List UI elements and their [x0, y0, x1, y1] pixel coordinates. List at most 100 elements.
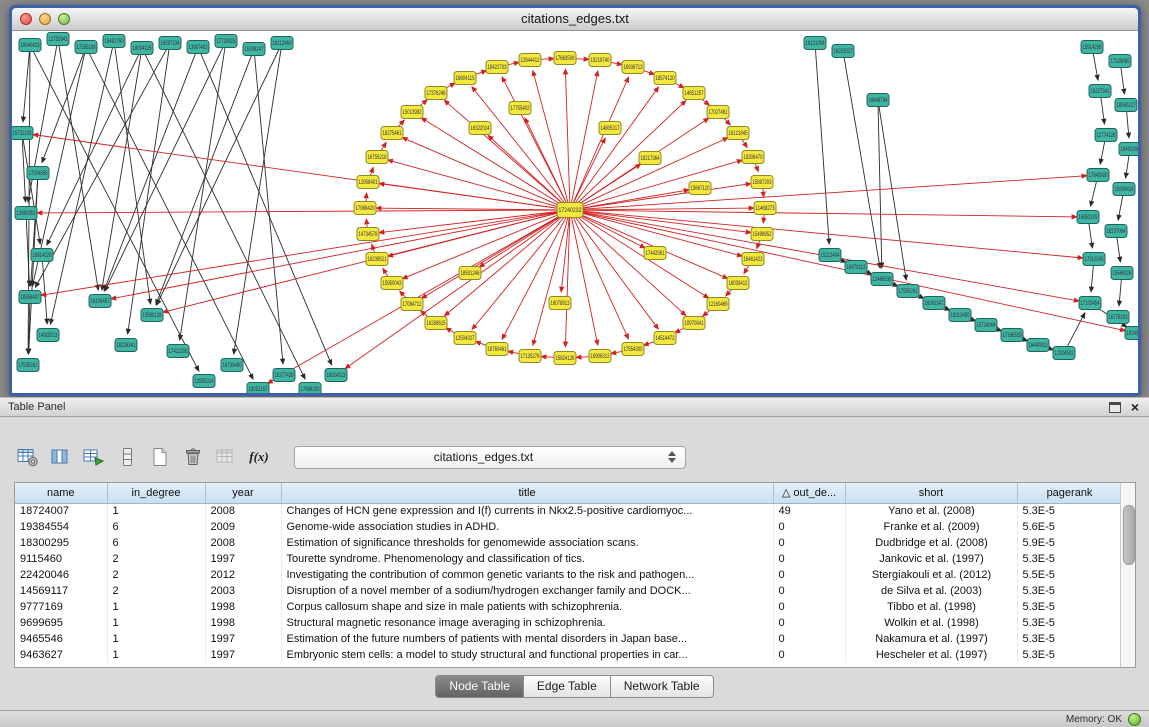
graph-node[interactable]: 17103454 [1079, 297, 1101, 310]
graph-node[interactable]: 14925013 [37, 329, 59, 342]
table-cell[interactable]: 9463627 [15, 647, 107, 663]
graph-node[interactable]: 16463308 [1119, 143, 1138, 156]
table-row[interactable]: 911546021997Tourette syndrome. Phenomeno… [15, 551, 1122, 567]
graph-node[interactable]: 12160469 [707, 298, 729, 311]
graph-node[interactable]: 16879112 [845, 261, 867, 274]
table-cell[interactable]: 6 [107, 535, 205, 551]
graph-node[interactable]: 15728064 [975, 319, 997, 332]
table-cell[interactable]: 1997 [205, 647, 281, 663]
graph-node[interactable]: 15590128 [141, 309, 163, 322]
graph-node[interactable]: 17265108 [75, 41, 97, 54]
graph-node[interactable]: 13987402 [187, 41, 209, 54]
graph-node[interactable]: 18306470 [742, 151, 764, 164]
table-row[interactable]: 2242004622012Investigating the contribut… [15, 567, 1122, 583]
table-cell[interactable]: 2008 [205, 535, 281, 551]
column-header-in_degree[interactable]: in_degree [107, 483, 205, 503]
graph-node[interactable]: 16091347 [923, 297, 945, 310]
table-cell[interactable]: 19384554 [15, 519, 107, 535]
function-builder-icon[interactable]: f(x) [245, 444, 273, 470]
graph-node[interactable]: 17845920 [1087, 169, 1109, 182]
table-cell[interactable]: 9465546 [15, 631, 107, 647]
graph-node[interactable]: 16778203 [1107, 311, 1129, 324]
table-row[interactable]: 1456911722003Disruption of a novel membe… [15, 583, 1122, 599]
graph-node[interactable]: 17204856 [27, 167, 49, 180]
graph-node[interactable]: 17411206 [167, 345, 189, 358]
graph-node[interactable]: 16078913 [549, 297, 571, 310]
graph-node[interactable]: 17135278 [519, 350, 541, 363]
graph-node[interactable]: 17376248 [425, 87, 447, 100]
graph-node[interactable]: 18275461 [381, 127, 403, 140]
network-view-window[interactable]: citations_edges.txt 17240232114682731549… [9, 5, 1141, 396]
table-row[interactable]: 1938455462009Genome-wide association stu… [15, 519, 1122, 535]
graph-node[interactable]: 14514472 [654, 332, 676, 345]
window-minimize-button[interactable] [39, 13, 51, 25]
column-header-out_de[interactable]: △ out_de... [773, 483, 845, 503]
table-cell[interactable]: 9699695 [15, 615, 107, 631]
graph-node[interactable]: 10970841 [683, 317, 705, 330]
graph-node[interactable]: 16936713 [622, 61, 644, 74]
graph-node[interactable]: 18237064 [1105, 225, 1127, 238]
graph-node[interactable]: 16597234 [159, 37, 181, 50]
column-header-title[interactable]: title [281, 483, 773, 503]
table-cell[interactable]: 5.3E-5 [1017, 647, 1122, 663]
graph-node[interactable]: 15498952 [751, 228, 773, 241]
table-cell[interactable]: 1 [107, 647, 205, 663]
table-cell[interactable]: 2003 [205, 583, 281, 599]
graph-node[interactable]: 14651257 [683, 87, 705, 100]
table-cell[interactable]: 0 [773, 599, 845, 615]
table-cell[interactable]: Corpus callosum shape and size in male p… [281, 599, 773, 615]
graph-node[interactable]: 14734578 [357, 228, 379, 241]
table-row[interactable]: 977716911998Corpus callosum shape and si… [15, 599, 1122, 615]
graph-node[interactable]: 18356407 [19, 291, 41, 304]
graph-node[interactable]: 18226341 [115, 339, 137, 352]
table-cell[interactable]: 0 [773, 615, 845, 631]
graph-node[interactable]: 16755218 [366, 151, 388, 164]
graph-node[interactable]: 16648794 [867, 94, 889, 107]
table-cell[interactable]: 1 [107, 503, 205, 519]
new-document-icon[interactable] [146, 444, 174, 470]
table-cell[interactable]: 2 [107, 583, 205, 599]
graph-node[interactable]: 12958401 [357, 176, 379, 189]
table-vertical-scrollbar[interactable] [1120, 483, 1135, 667]
graph-node[interactable]: 15219740 [589, 54, 611, 67]
graph-hub-node[interactable]: 17240232 [557, 203, 583, 218]
graph-node[interactable]: 12753941 [47, 33, 69, 46]
table-cell[interactable]: 0 [773, 631, 845, 647]
table-cell[interactable]: 2 [107, 551, 205, 567]
table-cell[interactable]: 1 [107, 615, 205, 631]
graph-node[interactable]: 15377429 [273, 369, 295, 382]
table-cell[interactable]: Wolkin et al. (1998) [845, 615, 1017, 631]
table-cell[interactable]: 0 [773, 647, 845, 663]
table-row[interactable]: 1830029562008Estimation of significance … [15, 535, 1122, 551]
window-close-button[interactable] [20, 13, 32, 25]
graph-node[interactable]: 18217364 [639, 152, 661, 165]
table-cell[interactable]: 9115460 [15, 551, 107, 567]
close-panel-icon[interactable]: × [1131, 401, 1139, 413]
table-cell[interactable]: 5.3E-5 [1017, 503, 1122, 519]
graph-node[interactable]: 16733480 [221, 359, 243, 372]
graph-node[interactable]: 16322014 [469, 122, 491, 135]
table-cell[interactable]: 0 [773, 551, 845, 567]
graph-node[interactable]: 11468273 [754, 202, 776, 215]
graph-node[interactable]: 16440913 [1027, 339, 1049, 352]
graph-node[interactable]: 16227341 [1089, 85, 1111, 98]
table-cell[interactable]: 5.3E-5 [1017, 551, 1122, 567]
graph-node[interactable]: 17550261 [897, 285, 919, 298]
table-cell[interactable]: 2009 [205, 519, 281, 535]
table-row[interactable]: 946554611997Estimation of the future num… [15, 631, 1122, 647]
table-cell[interactable]: 5.9E-5 [1017, 535, 1122, 551]
column-header-pagerank[interactable]: pagerank [1017, 483, 1122, 503]
graph-node[interactable]: 15013992 [401, 106, 423, 119]
table-cell[interactable]: 0 [773, 535, 845, 551]
table-cell[interactable]: 6 [107, 519, 205, 535]
graph-node[interactable]: 16108457 [89, 295, 111, 308]
table-cell[interactable]: 0 [773, 567, 845, 583]
graph-node[interactable]: 12660953 [15, 207, 37, 220]
column-header-short[interactable]: short [845, 483, 1017, 503]
table-cell[interactable]: 18724007 [15, 503, 107, 519]
tab-edge-table[interactable]: Edge Table [524, 675, 611, 698]
table-cell[interactable]: Hescheler et al. (1997) [845, 647, 1017, 663]
table-cell[interactable]: 1998 [205, 615, 281, 631]
graph-node[interactable]: 15958416 [1113, 183, 1135, 196]
table-settings-icon[interactable] [14, 444, 42, 470]
